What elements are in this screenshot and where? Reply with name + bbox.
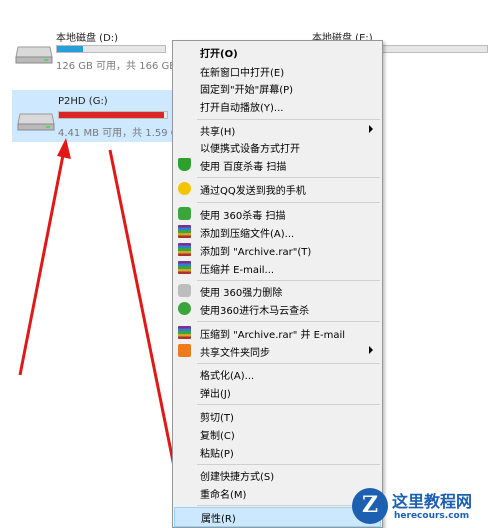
menu-separator	[197, 363, 380, 364]
menu-item-label: 在新窗口中打开(E)	[200, 68, 285, 79]
menu-item-label: 弹出(J)	[200, 389, 231, 400]
submenu-arrow-icon	[369, 125, 373, 133]
winrar-icon	[178, 326, 191, 339]
menu-item-label: 使用 百度杀毒 扫描	[200, 162, 287, 173]
menu-item-360-trojan[interactable]: 使用360进行木马云查杀	[174, 300, 381, 318]
site-watermark: Z 这里教程网 herecours.com	[348, 484, 498, 528]
menu-item-label: 添加到 "Archive.rar"(T)	[200, 247, 312, 258]
menu-item-paste[interactable]: 粘贴(P)	[174, 443, 381, 461]
menu-item-label: 以便携式设备方式打开	[200, 144, 300, 155]
menu-item-qq-send[interactable]: 通过QQ发送到我的手机	[174, 180, 381, 198]
menu-item-compress-email[interactable]: 压缩并 E-mail...	[174, 259, 381, 277]
menu-item-format[interactable]: 格式化(A)...	[174, 365, 381, 383]
menu-item-360-scan[interactable]: 使用 360杀毒 扫描	[174, 205, 381, 223]
menu-item-label: 打开自动播放(Y)...	[200, 103, 284, 114]
menu-item-pin-start[interactable]: 固定到"开始"屏幕(P)	[174, 79, 381, 97]
menu-separator	[197, 119, 380, 120]
menu-item-copy[interactable]: 复制(C)	[174, 425, 381, 443]
menu-item-360-force-delete[interactable]: 使用 360强力删除	[174, 282, 381, 300]
menu-separator	[197, 321, 380, 322]
arrow-to-properties	[108, 149, 182, 497]
menu-separator	[197, 464, 380, 465]
menu-item-label: 通过QQ发送到我的手机	[200, 186, 306, 197]
360-antivirus-icon	[178, 207, 191, 220]
menu-item-share[interactable]: 共享(H)	[174, 121, 381, 139]
menu-item-label: 压缩并 E-mail...	[200, 265, 275, 276]
arrow-to-drive-head	[57, 138, 71, 159]
menu-item-open-portable[interactable]: 以便携式设备方式打开	[174, 138, 381, 156]
winrar-icon	[178, 243, 191, 256]
menu-item-label: 创建快捷方式(S)	[200, 472, 275, 483]
baidu-antivirus-icon	[178, 158, 191, 171]
menu-item-label: 添加到压缩文件(A)...	[200, 229, 295, 240]
menu-item-label: 固定到"开始"屏幕(P)	[200, 85, 294, 96]
winrar-icon	[178, 225, 191, 238]
menu-item-label: 重命名(M)	[200, 490, 247, 501]
menu-item-compress-rar-email[interactable]: 压缩到 "Archive.rar" 并 E-mail	[174, 324, 381, 342]
menu-item-open-new-window[interactable]: 在新窗口中打开(E)	[174, 62, 381, 80]
menu-item-label: 剪切(T)	[200, 413, 234, 424]
menu-item-eject[interactable]: 弹出(J)	[174, 383, 381, 401]
logo-letter: Z	[361, 492, 379, 518]
menu-item-label: 复制(C)	[200, 431, 235, 442]
watermark-url: herecours.com	[394, 511, 470, 521]
menu-item-label: 格式化(A)...	[200, 371, 255, 382]
menu-item-label: 共享(H)	[200, 127, 236, 138]
sync-share-icon	[178, 344, 191, 357]
menu-item-label: 打开(O)	[200, 49, 238, 60]
menu-item-label: 共享文件夹同步	[200, 348, 270, 359]
menu-separator	[197, 280, 380, 281]
menu-item-add-archive[interactable]: 添加到压缩文件(A)...	[174, 223, 381, 241]
shredder-icon	[178, 284, 191, 297]
menu-separator	[197, 177, 380, 178]
menu-separator	[197, 404, 380, 405]
menu-item-autoplay[interactable]: 打开自动播放(Y)...	[174, 97, 381, 115]
site-logo-icon: Z	[352, 488, 388, 524]
menu-item-add-archive-rar[interactable]: 添加到 "Archive.rar"(T)	[174, 241, 381, 259]
menu-item-label: 使用 360杀毒 扫描	[200, 211, 286, 222]
menu-item-open[interactable]: 打开(O)	[174, 43, 381, 61]
menu-item-label: 使用360进行木马云查杀	[200, 306, 310, 317]
menu-item-label: 属性(R)	[201, 514, 236, 525]
menu-item-create-shortcut[interactable]: 创建快捷方式(S)	[174, 466, 381, 484]
qq-icon	[178, 182, 191, 195]
menu-separator	[197, 202, 380, 203]
watermark-title: 这里教程网	[392, 492, 473, 511]
menu-item-label: 粘贴(P)	[200, 449, 234, 460]
menu-item-share-sync[interactable]: 共享文件夹同步	[174, 342, 381, 360]
arrow-to-drive	[18, 149, 66, 376]
submenu-arrow-icon	[369, 346, 373, 354]
winrar-icon	[178, 261, 191, 274]
menu-item-baidu-scan[interactable]: 使用 百度杀毒 扫描	[174, 156, 381, 174]
360-trojan-icon	[178, 302, 191, 315]
menu-item-label: 使用 360强力删除	[200, 288, 283, 299]
context-menu: 打开(O) 在新窗口中打开(E) 固定到"开始"屏幕(P) 打开自动播放(Y).…	[172, 40, 383, 528]
menu-item-cut[interactable]: 剪切(T)	[174, 407, 381, 425]
menu-item-label: 压缩到 "Archive.rar" 并 E-mail	[200, 330, 346, 341]
